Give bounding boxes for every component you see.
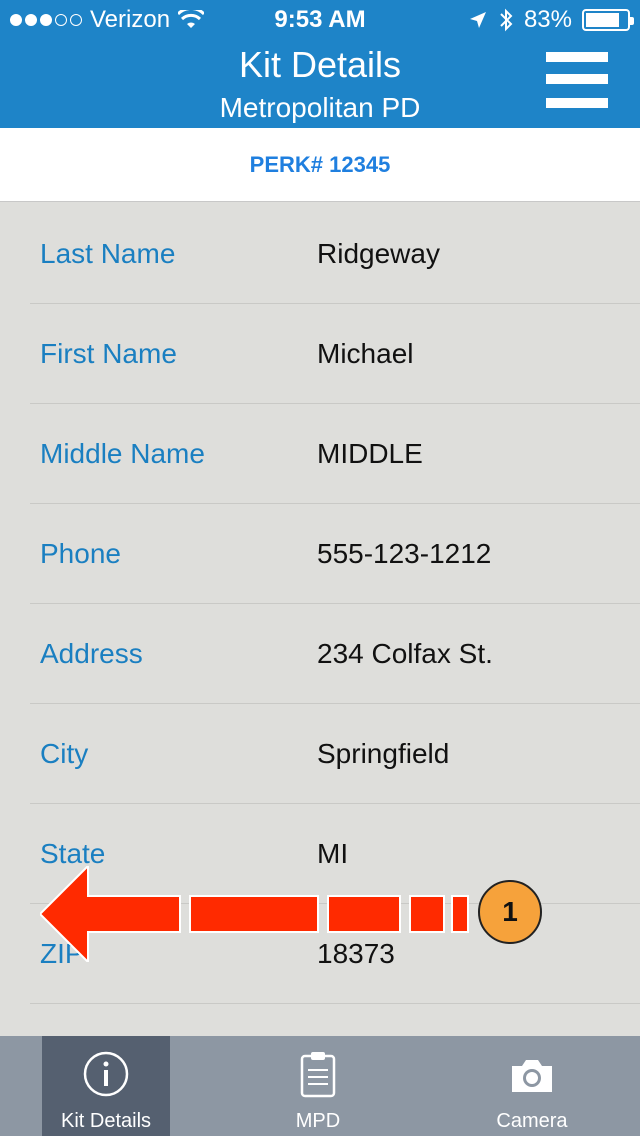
status-right: 83% [468,6,634,34]
field-label: Middle Name [40,438,205,469]
field-label: Address [40,638,143,669]
tab-label: Camera [496,1110,568,1132]
clipboard-icon [300,1052,336,1098]
tab-label: MPD [295,1110,341,1132]
screen: Verizon 9:53 AM 83% Kit Details Metropol… [0,0,640,1136]
hamburger-menu-icon[interactable] [546,52,608,116]
swipe-left-arrow-icon [40,866,469,962]
field-label: First Name [40,338,177,369]
perk-number: PERK# 12345 [0,128,640,202]
field-row-city[interactable]: City Springfield [30,704,640,804]
tab-bar: Kit Details MPD Camera [0,1036,640,1136]
battery-percent: 83% [523,6,572,33]
field-label: City [40,738,89,769]
page-subtitle: Metropolitan PD [219,92,421,123]
field-value: Springfield [317,738,450,769]
field-value: Ridgeway [317,238,440,269]
tab-label: Kit Details [60,1110,152,1132]
header: Verizon 9:53 AM 83% Kit Details Metropol… [0,0,640,128]
tab-camera[interactable]: Camera [468,1036,596,1136]
field-row-first-name[interactable]: First Name Michael [30,304,640,404]
location-arrow-icon [469,12,486,28]
step-badge: 1 [478,880,542,944]
tab-kit-details[interactable]: Kit Details [42,1036,170,1136]
status-bar: Verizon 9:53 AM 83% [0,0,640,40]
camera-icon [512,1060,552,1092]
field-label: Last Name [40,238,176,269]
page-title: Kit Details [238,44,402,85]
field-row-middle-name[interactable]: Middle Name MIDDLE [30,404,640,504]
field-row-phone[interactable]: Phone 555-123-1212 [30,504,640,604]
battery-icon [582,9,634,31]
field-label: Phone [40,538,121,569]
field-value: 555-123-1212 [317,538,492,569]
field-row-last-name[interactable]: Last Name Ridgeway [30,204,640,304]
field-value: MIDDLE [317,438,423,469]
tab-mpd[interactable]: MPD [254,1036,382,1136]
field-value: 234 Colfax St. [317,638,493,669]
field-value: Michael [317,338,414,369]
bluetooth-icon [500,8,513,32]
info-icon [83,1051,129,1097]
field-row-address[interactable]: Address 234 Colfax St. [30,604,640,704]
